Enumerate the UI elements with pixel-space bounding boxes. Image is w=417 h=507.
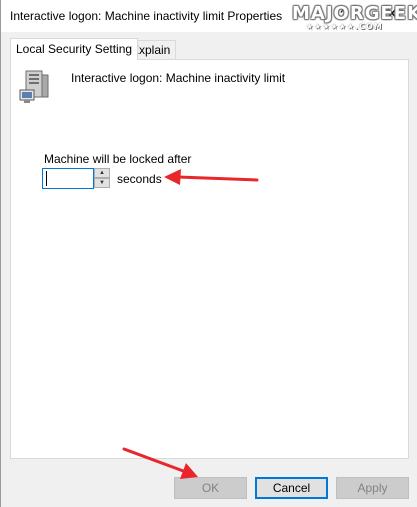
chevron-down-icon: ▼	[99, 180, 105, 186]
text-caret	[46, 171, 47, 186]
cancel-button[interactable]: Cancel	[255, 477, 328, 499]
server-computer-icon	[19, 70, 49, 103]
policy-name: Interactive logon: Machine inactivity li…	[71, 71, 286, 85]
seconds-label: seconds	[117, 172, 162, 186]
chevron-up-icon: ▲	[99, 170, 105, 176]
lockout-field-label: Machine will be locked after	[44, 152, 192, 166]
apply-button[interactable]: Apply	[336, 477, 409, 499]
help-button[interactable]: ?	[340, 7, 347, 22]
ok-button[interactable]: OK	[174, 477, 247, 499]
tab-panel: Interactive logon: Machine inactivity li…	[10, 59, 409, 459]
window-title: Interactive logon: Machine inactivity li…	[10, 9, 283, 23]
properties-dialog: Interactive logon: Machine inactivity li…	[0, 0, 417, 507]
tab-local-security-setting[interactable]: Local Security Setting	[10, 38, 139, 60]
spin-down-button[interactable]: ▼	[94, 178, 110, 188]
spin-up-button[interactable]: ▲	[94, 168, 110, 178]
watermark-logo-sub: ★★★★★★.COM	[306, 22, 383, 31]
inactivity-seconds-input[interactable]	[42, 168, 94, 189]
